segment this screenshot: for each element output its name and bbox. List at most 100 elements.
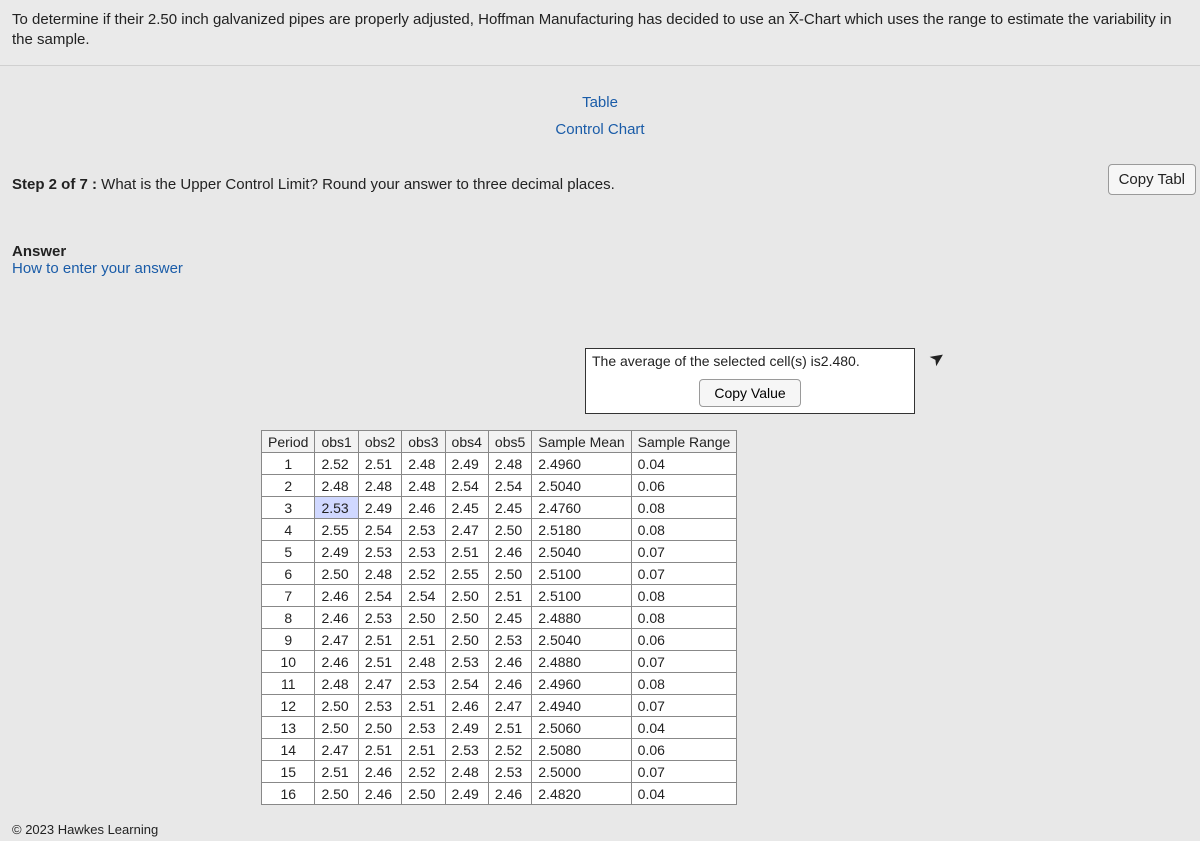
table-link[interactable]: Table (0, 94, 1200, 111)
table-cell[interactable]: 2.51 (315, 761, 358, 783)
table-cell[interactable]: 12 (262, 695, 315, 717)
table-cell[interactable]: 0.07 (631, 695, 737, 717)
table-cell[interactable]: 2.53 (402, 541, 445, 563)
table-cell[interactable]: 2.50 (445, 629, 488, 651)
table-cell[interactable]: 2.45 (488, 607, 531, 629)
table-cell[interactable]: 2.49 (445, 717, 488, 739)
table-cell[interactable]: 2.53 (488, 761, 531, 783)
table-cell[interactable]: 2.46 (488, 783, 531, 805)
table-cell[interactable]: 1 (262, 453, 315, 475)
table-cell[interactable]: 0.06 (631, 739, 737, 761)
table-cell[interactable]: 2 (262, 475, 315, 497)
table-cell[interactable]: 2.48 (358, 563, 401, 585)
table-cell[interactable]: 2.51 (358, 453, 401, 475)
table-cell[interactable]: 2.48 (315, 475, 358, 497)
table-cell[interactable]: 16 (262, 783, 315, 805)
table-cell[interactable]: 2.4940 (532, 695, 631, 717)
table-cell[interactable]: 2.55 (445, 563, 488, 585)
table-cell[interactable]: 4 (262, 519, 315, 541)
table-cell[interactable]: 9 (262, 629, 315, 651)
table-cell[interactable]: 2.53 (315, 497, 358, 519)
table-cell[interactable]: 2.49 (445, 453, 488, 475)
table-cell[interactable]: 2.51 (488, 585, 531, 607)
table-cell[interactable]: 2.50 (402, 607, 445, 629)
table-cell[interactable]: 0.04 (631, 453, 737, 475)
table-cell[interactable]: 2.48 (402, 453, 445, 475)
table-cell[interactable]: 0.08 (631, 607, 737, 629)
table-cell[interactable]: 10 (262, 651, 315, 673)
table-cell[interactable]: 2.54 (445, 673, 488, 695)
table-cell[interactable]: 2.5040 (532, 541, 631, 563)
table-cell[interactable]: 0.08 (631, 497, 737, 519)
table-cell[interactable]: 2.50 (358, 717, 401, 739)
table-cell[interactable]: 2.4960 (532, 673, 631, 695)
table-cell[interactable]: 2.5000 (532, 761, 631, 783)
table-cell[interactable]: 2.46 (488, 541, 531, 563)
table-cell[interactable]: 2.54 (358, 519, 401, 541)
table-cell[interactable]: 0.08 (631, 585, 737, 607)
table-cell[interactable]: 0.06 (631, 475, 737, 497)
table-cell[interactable]: 2.49 (445, 783, 488, 805)
table-cell[interactable]: 2.46 (488, 673, 531, 695)
table-cell[interactable]: 2.4880 (532, 607, 631, 629)
table-cell[interactable]: 2.53 (445, 739, 488, 761)
table-cell[interactable]: 0.04 (631, 783, 737, 805)
table-cell[interactable]: 2.45 (488, 497, 531, 519)
table-cell[interactable]: 2.53 (445, 651, 488, 673)
table-cell[interactable]: 2.51 (402, 695, 445, 717)
table-cell[interactable]: 2.53 (402, 519, 445, 541)
copy-table-button[interactable]: Copy Tabl (1108, 164, 1196, 195)
table-cell[interactable]: 2.51 (358, 739, 401, 761)
table-cell[interactable]: 2.53 (402, 717, 445, 739)
table-cell[interactable]: 3 (262, 497, 315, 519)
table-cell[interactable]: 2.50 (315, 563, 358, 585)
table-cell[interactable]: 2.52 (402, 761, 445, 783)
table-cell[interactable]: 2.5080 (532, 739, 631, 761)
table-cell[interactable]: 0.07 (631, 563, 737, 585)
table-cell[interactable]: 2.4820 (532, 783, 631, 805)
table-cell[interactable]: 2.50 (488, 519, 531, 541)
table-cell[interactable]: 2.47 (488, 695, 531, 717)
table-cell[interactable]: 2.55 (315, 519, 358, 541)
table-cell[interactable]: 11 (262, 673, 315, 695)
table-cell[interactable]: 2.4960 (532, 453, 631, 475)
table-cell[interactable]: 2.47 (358, 673, 401, 695)
table-cell[interactable]: 0.07 (631, 541, 737, 563)
table-cell[interactable]: 2.47 (315, 739, 358, 761)
table-cell[interactable]: 2.5060 (532, 717, 631, 739)
table-cell[interactable]: 2.5180 (532, 519, 631, 541)
table-cell[interactable]: 2.50 (315, 783, 358, 805)
table-cell[interactable]: 14 (262, 739, 315, 761)
table-cell[interactable]: 2.51 (445, 541, 488, 563)
control-chart-link[interactable]: Control Chart (0, 121, 1200, 138)
table-cell[interactable]: 2.53 (358, 607, 401, 629)
table-cell[interactable]: 2.51 (358, 651, 401, 673)
table-cell[interactable]: 2.46 (358, 783, 401, 805)
table-cell[interactable]: 2.51 (402, 629, 445, 651)
table-cell[interactable]: 2.52 (315, 453, 358, 475)
table-cell[interactable]: 2.49 (315, 541, 358, 563)
table-cell[interactable]: 2.48 (402, 475, 445, 497)
table-cell[interactable]: 2.46 (358, 761, 401, 783)
table-cell[interactable]: 2.51 (488, 717, 531, 739)
table-cell[interactable]: 2.54 (358, 585, 401, 607)
table-cell[interactable]: 2.48 (358, 475, 401, 497)
table-cell[interactable]: 2.52 (402, 563, 445, 585)
copy-value-button[interactable]: Copy Value (699, 379, 800, 407)
how-to-enter-link[interactable]: How to enter your answer (12, 260, 1188, 277)
table-cell[interactable]: 8 (262, 607, 315, 629)
table-cell[interactable]: 0.08 (631, 673, 737, 695)
table-cell[interactable]: 0.04 (631, 717, 737, 739)
table-cell[interactable]: 2.4880 (532, 651, 631, 673)
table-cell[interactable]: 0.07 (631, 651, 737, 673)
table-cell[interactable]: 2.49 (358, 497, 401, 519)
table-cell[interactable]: 2.5040 (532, 475, 631, 497)
table-cell[interactable]: 0.07 (631, 761, 737, 783)
table-cell[interactable]: 0.06 (631, 629, 737, 651)
table-cell[interactable]: 13 (262, 717, 315, 739)
table-cell[interactable]: 2.5100 (532, 585, 631, 607)
table-cell[interactable]: 2.46 (315, 607, 358, 629)
table-cell[interactable]: 2.4760 (532, 497, 631, 519)
table-cell[interactable]: 2.50 (488, 563, 531, 585)
table-cell[interactable]: 2.47 (315, 629, 358, 651)
